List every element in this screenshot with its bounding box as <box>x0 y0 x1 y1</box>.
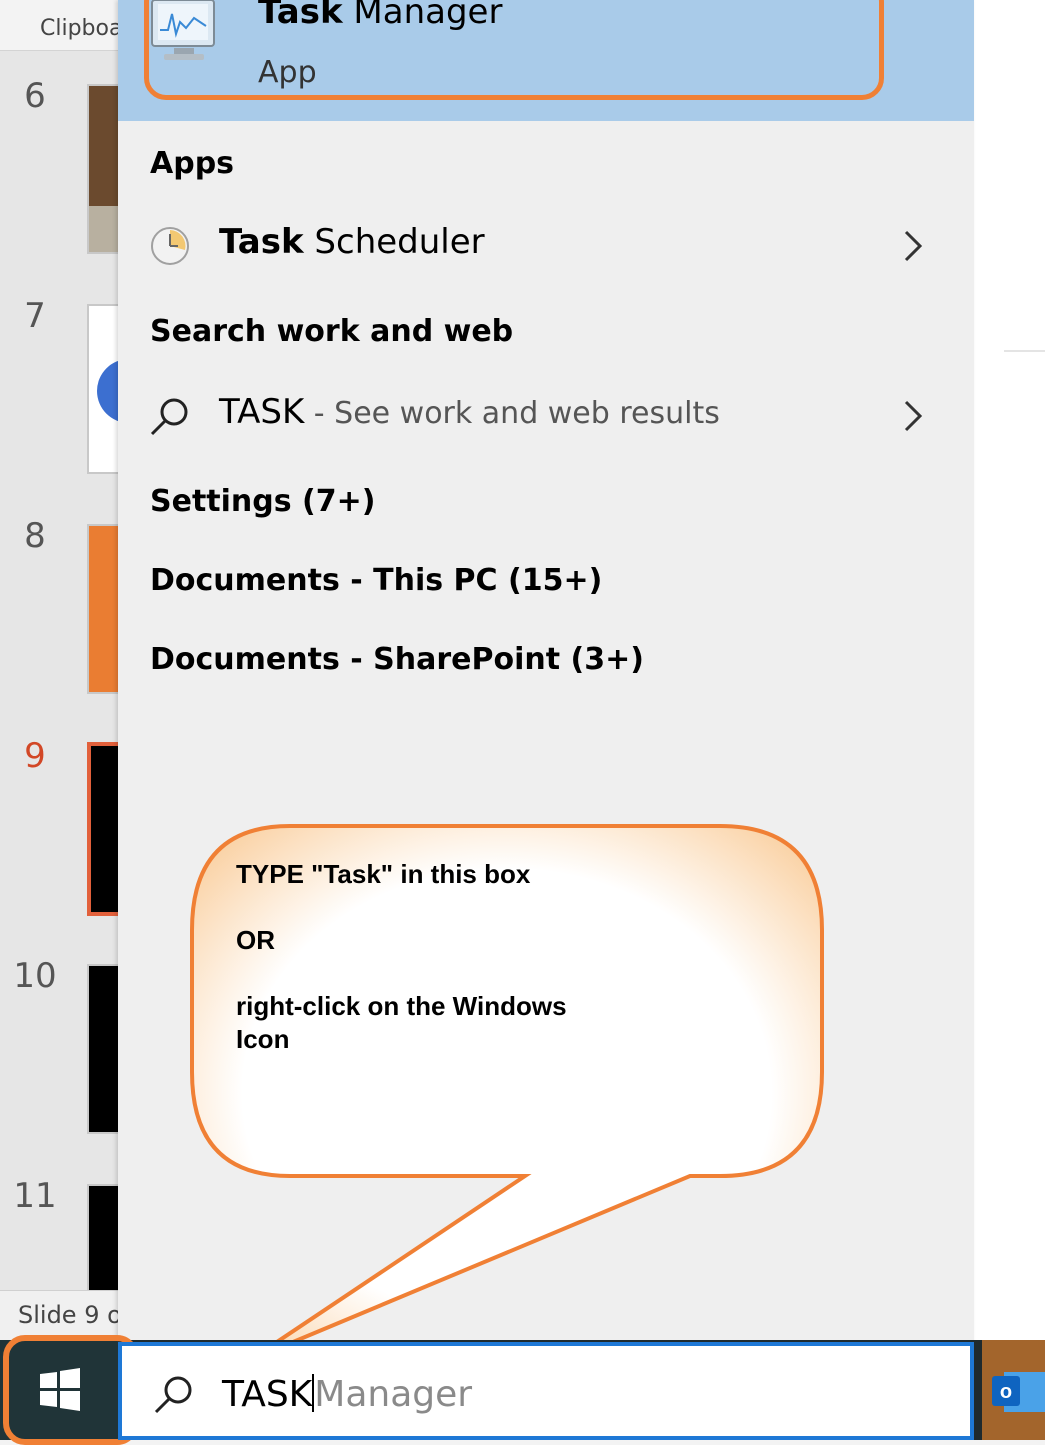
task-scheduler-label: Task Scheduler <box>219 222 485 262</box>
section-header-search-web: Search work and web <box>150 314 514 349</box>
result-web-search[interactable]: TASK - See work and web results <box>118 384 974 454</box>
status-bar: Slide 9 of <box>0 1290 130 1341</box>
section-header-documents-sharepoint[interactable]: Documents - SharePoint (3+) <box>150 642 644 677</box>
outlook-taskbar-icon[interactable]: o <box>982 1340 1045 1440</box>
search-text: TASKManager <box>222 1374 473 1415</box>
search-results-panel: Task Manager App Apps Task Scheduler Sea… <box>118 0 974 1345</box>
best-match-result[interactable]: Task Manager App <box>118 0 974 121</box>
section-header-apps: Apps <box>150 146 235 181</box>
result-task-scheduler[interactable]: Task Scheduler <box>118 214 974 284</box>
slide-number-9: 9 <box>24 736 46 776</box>
slide-number-6: 6 <box>24 76 46 116</box>
search-icon <box>154 1376 192 1414</box>
outlook-icon: o <box>992 1372 1045 1412</box>
search-icon <box>150 398 188 436</box>
chevron-right-icon[interactable] <box>898 226 928 266</box>
slide-number-10: 10 <box>13 956 57 996</box>
taskbar: TASKManager o <box>0 1335 1045 1445</box>
section-header-settings[interactable]: Settings (7+) <box>150 484 375 519</box>
callout-text: TYPE "Task" in this box OR right-click o… <box>236 859 567 1054</box>
search-input[interactable]: TASKManager <box>118 1342 974 1440</box>
task-scheduler-icon <box>151 227 189 265</box>
slide-number-7: 7 <box>24 296 46 336</box>
slide-number-11: 11 <box>13 1176 57 1216</box>
clipboard-group: Clipboard <box>0 0 145 51</box>
chevron-right-icon[interactable] <box>898 396 928 436</box>
section-header-documents-pc[interactable]: Documents - This PC (15+) <box>150 563 602 598</box>
svg-text:o: o <box>1000 1381 1012 1403</box>
slide-number-8: 8 <box>24 516 46 556</box>
highlight-outline <box>144 0 884 100</box>
slide-status-text: Slide 9 of <box>18 1301 131 1329</box>
web-search-label: TASK - See work and web results <box>219 392 720 432</box>
slide-canvas <box>974 0 1045 1340</box>
